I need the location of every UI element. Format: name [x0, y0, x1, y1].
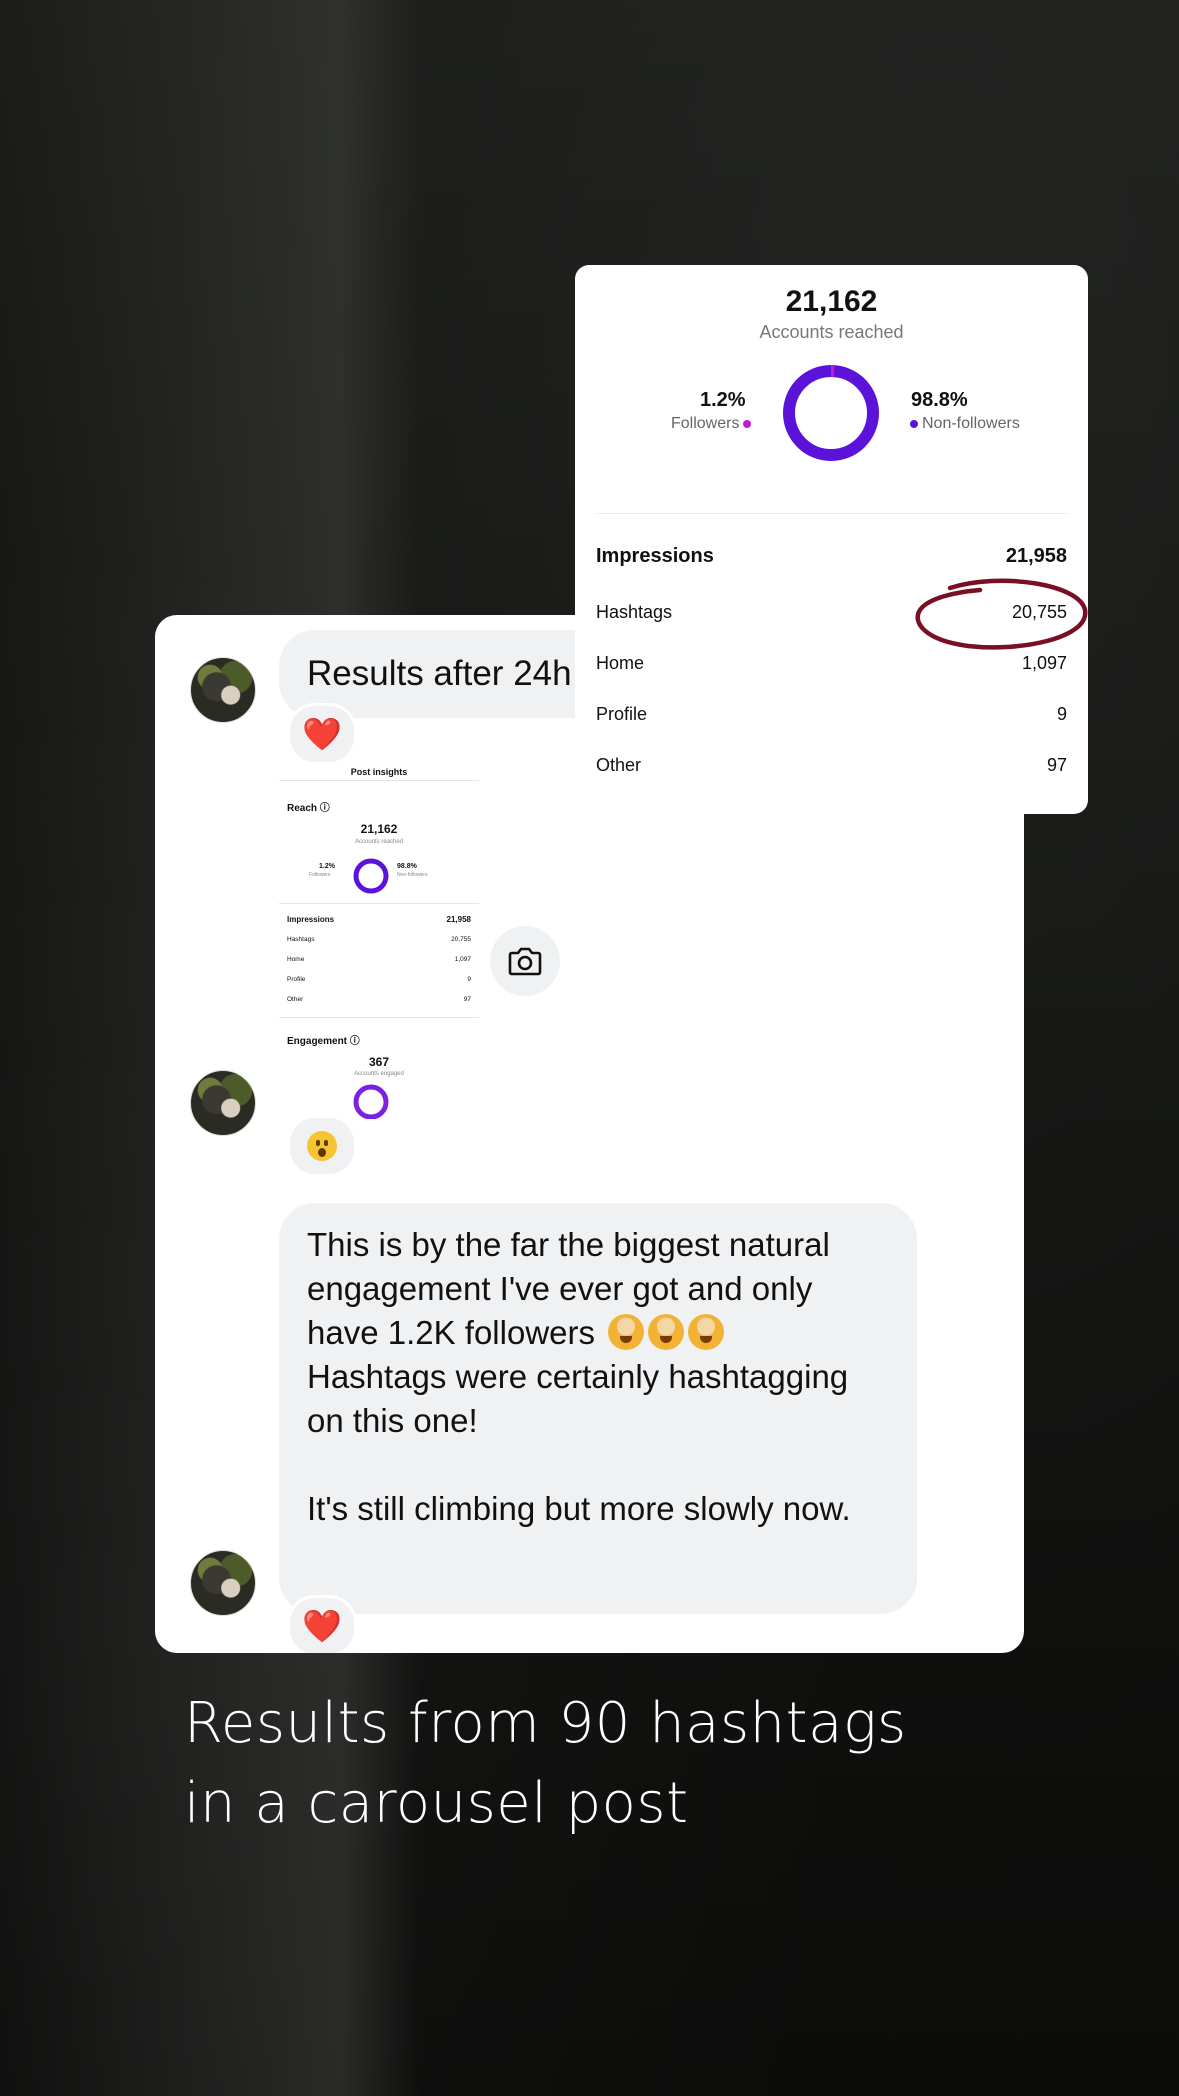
- row-other: Other 97: [596, 755, 1067, 776]
- non-followers-label-text: Non-followers: [922, 415, 1020, 432]
- reaction-badge[interactable]: [287, 1115, 357, 1177]
- message-bubble[interactable]: This is by the far the biggest natural e…: [279, 1203, 917, 1614]
- insights-card: 21,162 Accounts reached 1.2% Followers 9…: [575, 265, 1088, 814]
- mini-accounts-engaged: 367: [368, 1055, 390, 1069]
- heart-icon: ❤️: [302, 1608, 342, 1644]
- mini-row-profile: Profile 9: [287, 976, 471, 983]
- row-impressions: Impressions 21,958: [596, 545, 1067, 568]
- row-label: Home: [287, 956, 305, 963]
- row-value: 1,097: [1021, 653, 1067, 673]
- mini-donut-ring: [353, 858, 389, 894]
- row-label: Hashtags: [287, 936, 315, 943]
- caption: Results from 90 hashtags in a carousel p…: [184, 1684, 1084, 1844]
- surprised-face-icon: [307, 1131, 337, 1161]
- reaction-badge[interactable]: ❤️: [287, 1595, 357, 1653]
- mini-non-followers-label: Non-followers: [397, 872, 428, 878]
- reaction-badge[interactable]: ❤️: [287, 703, 357, 765]
- non-followers-dot: [910, 420, 918, 428]
- mind-blown-icon: [608, 1314, 645, 1350]
- dog-avatar-icon[interactable]: [190, 1070, 256, 1136]
- caption-line-2: in a carousel post: [184, 1771, 689, 1836]
- row-value: 97: [1046, 755, 1067, 775]
- row-label: Other: [596, 755, 642, 775]
- followers-dot: [743, 420, 752, 428]
- row-hashtags: Hashtags 20,755: [596, 602, 1067, 623]
- row-profile: Profile 9: [596, 704, 1067, 725]
- divider: [279, 903, 479, 904]
- row-value: 20,755: [451, 936, 471, 943]
- caption-line-1: Results from 90 hashtags: [184, 1691, 907, 1756]
- mini-row-hashtags: Hashtags 20,755: [287, 936, 471, 943]
- row-label: Home: [596, 653, 645, 673]
- non-followers-arc: [783, 365, 879, 461]
- message-text: This is by the far the biggest natural e…: [307, 1226, 839, 1351]
- divider: [279, 780, 479, 781]
- message-text: Results after 24h: [307, 654, 572, 693]
- row-home: Home 1,097: [596, 653, 1067, 674]
- reach-donut-chart: [783, 365, 879, 461]
- mini-engagement-ring: [353, 1084, 389, 1119]
- mini-engagement-heading: Engagement ⓘ: [287, 1036, 360, 1047]
- row-value: 21,958: [1005, 545, 1067, 567]
- mini-accounts-reached-label: Accounts reached: [354, 839, 404, 845]
- mini-row-impressions: Impressions 21,958: [287, 915, 471, 924]
- non-followers-pct: 98.8%: [911, 389, 968, 411]
- divider: [595, 513, 1068, 514]
- mini-row-other: Other 97: [287, 996, 471, 1003]
- row-value: 20,755: [1011, 602, 1067, 622]
- mini-donut-chart: [353, 858, 389, 894]
- accounts-reached-label: Accounts reached: [759, 322, 904, 342]
- non-followers-label: Non-followers: [910, 415, 1020, 433]
- row-label: Profile: [596, 704, 648, 724]
- mind-blown-icon: [688, 1314, 725, 1350]
- followers-label: Followers: [671, 415, 752, 433]
- divider: [279, 1017, 479, 1018]
- row-label: Impressions: [287, 915, 335, 924]
- mini-accounts-engaged-label: Accounts engaged: [354, 1071, 404, 1077]
- row-value: 9: [1056, 704, 1067, 724]
- mini-reach-heading: Reach ⓘ: [287, 803, 330, 814]
- row-label: Impressions: [596, 545, 714, 567]
- followers-pct: 1.2%: [700, 389, 746, 411]
- row-value: 9: [467, 976, 471, 983]
- mini-title: Post insights: [350, 767, 408, 777]
- row-label: Hashtags: [596, 602, 673, 622]
- dog-avatar-icon[interactable]: [190, 1550, 256, 1616]
- row-value: 21,958: [446, 915, 471, 924]
- mini-row-home: Home 1,097: [287, 956, 471, 963]
- row-value: 1,097: [454, 956, 471, 963]
- mini-non-followers-pct: 98.8%: [397, 863, 417, 870]
- mini-accounts-reached: 21,162: [360, 822, 398, 836]
- camera-icon: [508, 947, 542, 976]
- followers-label-text: Followers: [671, 415, 740, 432]
- mini-followers-pct: 1.2%: [319, 863, 335, 870]
- message-text-continued: Hashtags were certainly hashtagging on t…: [307, 1358, 851, 1527]
- dog-avatar-icon[interactable]: [190, 657, 256, 723]
- camera-button[interactable]: [490, 926, 560, 996]
- mind-blown-icon: [648, 1314, 685, 1350]
- heart-icon: ❤️: [302, 716, 342, 752]
- row-label: Other: [287, 996, 304, 1003]
- row-value: 97: [463, 996, 471, 1003]
- mini-engagement-donut: [353, 1084, 389, 1119]
- screenshot-image[interactable]: Post insights Reach ⓘ 21,162 Accounts re…: [279, 765, 479, 1119]
- accounts-reached-count: 21,162: [785, 285, 878, 318]
- row-label: Profile: [287, 976, 306, 983]
- mini-followers-label: Followers: [309, 872, 331, 878]
